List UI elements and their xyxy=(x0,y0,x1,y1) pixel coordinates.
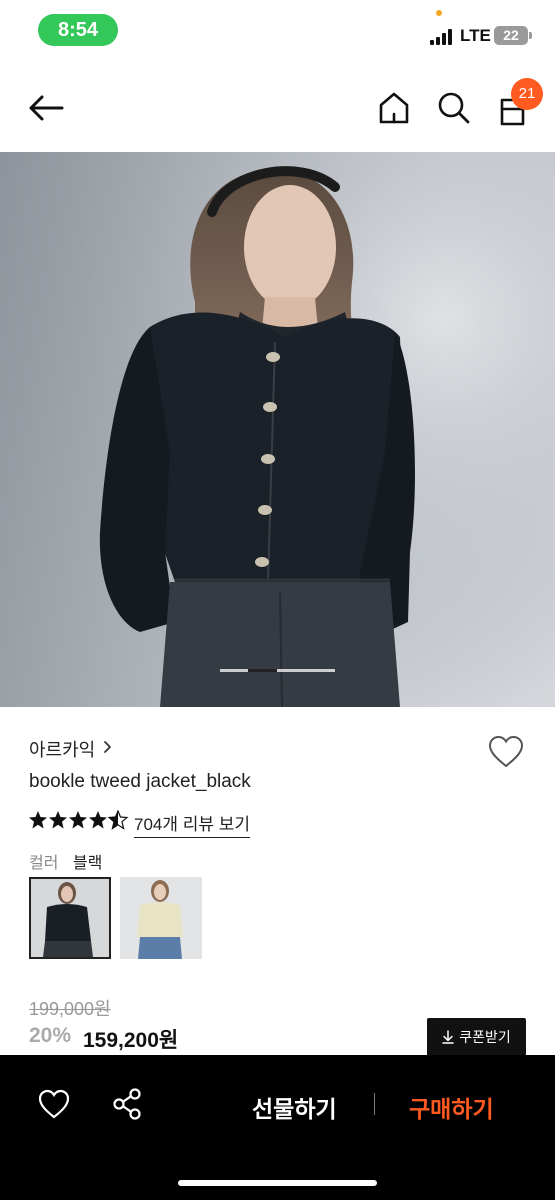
star-icon xyxy=(29,811,47,829)
discount-rate: 20% xyxy=(29,1024,72,1047)
rating-stars xyxy=(29,810,129,830)
signal-icon xyxy=(430,29,454,45)
carousel-indicator-active xyxy=(248,669,277,672)
color-label: 컬러 xyxy=(29,855,59,872)
cart-count-badge: 21 xyxy=(511,78,543,110)
status-bar: 8:54 LTE 22 xyxy=(0,0,555,62)
share-icon[interactable] xyxy=(112,1088,142,1120)
color-option-cream[interactable] xyxy=(120,877,202,959)
download-icon xyxy=(442,1030,454,1044)
sale-price: 159,200원 xyxy=(83,1029,179,1052)
color-option-black[interactable] xyxy=(29,877,111,959)
top-nav: 21 xyxy=(0,62,555,152)
back-arrow-icon[interactable] xyxy=(26,92,66,124)
coupon-label: 쿠폰받기 xyxy=(459,1029,511,1045)
product-image-carousel[interactable] xyxy=(0,152,555,707)
battery-icon: 22 xyxy=(494,26,532,45)
product-name: bookle tweed jacket_black xyxy=(29,771,251,792)
status-time: 8:54 xyxy=(38,14,118,46)
coupon-button[interactable]: 쿠폰받기 xyxy=(427,1018,526,1056)
divider xyxy=(374,1093,375,1115)
color-value: 블랙 xyxy=(72,855,103,872)
thumbnail-image xyxy=(31,879,109,957)
bottom-action-bar: 선물하기 구매하기 xyxy=(0,1055,555,1200)
network-type: LTE xyxy=(460,26,491,45)
original-price: 199,000원 xyxy=(29,999,111,1019)
chevron-right-icon[interactable] xyxy=(101,737,115,757)
carousel-indicator xyxy=(220,669,335,672)
product-photo xyxy=(0,152,555,707)
buy-button[interactable]: 구매하기 xyxy=(409,1090,494,1124)
thumbnail-image xyxy=(120,877,202,959)
color-selector: 컬러 블랙 xyxy=(29,849,102,873)
gift-button[interactable]: 선물하기 xyxy=(252,1090,337,1124)
home-indicator xyxy=(178,1180,377,1186)
home-icon[interactable] xyxy=(376,90,412,126)
brand-link[interactable]: 아르카익 xyxy=(29,736,95,762)
heart-icon[interactable] xyxy=(488,735,524,769)
review-link[interactable]: 704개 리뷰 보기 xyxy=(134,810,251,838)
search-icon[interactable] xyxy=(436,90,472,126)
heart-icon[interactable] xyxy=(38,1089,70,1119)
privacy-indicator-icon xyxy=(436,10,442,16)
